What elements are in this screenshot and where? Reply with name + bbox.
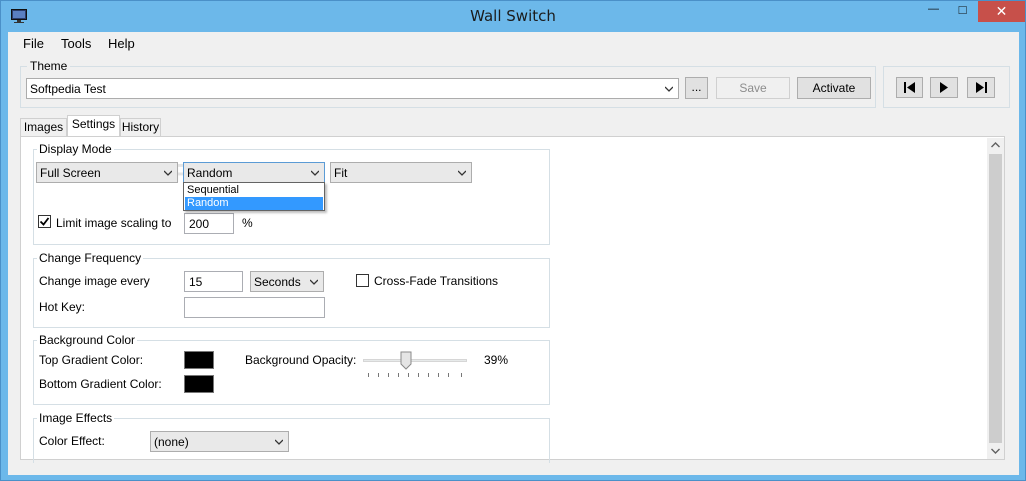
chevron-down-icon (311, 170, 319, 176)
display-mode-label: Display Mode (37, 142, 114, 156)
change-unit-value: Seconds (254, 275, 301, 289)
fit-select[interactable]: Fit (330, 162, 472, 183)
play-icon (940, 82, 948, 93)
theme-group-label: Theme (27, 59, 71, 73)
play-button[interactable] (930, 77, 958, 98)
tab-history[interactable]: History (120, 118, 161, 136)
top-gradient-swatch[interactable] (184, 351, 214, 369)
slider-ticks (368, 373, 462, 377)
limit-scaling-checkbox[interactable] (38, 215, 51, 228)
minimize-button[interactable]: — (920, 1, 947, 22)
hotkey-input[interactable] (184, 297, 325, 318)
scroll-thumb[interactable] (989, 154, 1002, 443)
limit-scaling-value: 200 (189, 217, 210, 231)
client-area: File Tools Help Theme Softpedia Test ...… (8, 32, 1019, 475)
next-icon (976, 82, 987, 93)
opacity-slider[interactable] (363, 349, 469, 383)
menu-bar: File Tools Help (8, 32, 1019, 54)
previous-icon (904, 82, 915, 93)
menu-tools[interactable]: Tools (61, 36, 91, 51)
order-dropdown-list: Sequential Random (183, 182, 325, 211)
close-button[interactable]: ✕ (978, 1, 1025, 22)
chevron-down-icon (458, 170, 466, 176)
fit-value: Fit (334, 166, 348, 180)
scroll-up-icon[interactable] (991, 142, 1000, 148)
change-every-value: 15 (189, 275, 203, 289)
image-effects-label: Image Effects (37, 411, 115, 425)
order-select[interactable]: Random (183, 162, 325, 183)
color-effect-select[interactable]: (none) (150, 431, 289, 452)
menu-file[interactable]: File (23, 36, 44, 51)
scroll-down-icon[interactable] (991, 448, 1000, 454)
opacity-label: Background Opacity: (245, 353, 357, 367)
change-every-label: Change image every (39, 274, 150, 288)
tab-strip: Images Settings History (20, 115, 220, 138)
order-option-random[interactable]: Random (185, 197, 323, 210)
change-frequency-label: Change Frequency (37, 251, 144, 265)
limit-scaling-label: Limit image scaling to (56, 216, 172, 230)
title-bar: Wall Switch — □ ✕ (1, 1, 1025, 32)
slider-thumb[interactable] (400, 351, 412, 371)
change-unit-select[interactable]: Seconds (250, 271, 324, 292)
slider-track (363, 359, 467, 362)
order-option-sequential[interactable]: Sequential (185, 184, 323, 197)
window-title: Wall Switch (470, 7, 556, 25)
color-effect-value: (none) (154, 435, 189, 449)
close-icon: ✕ (995, 3, 1008, 19)
app-window: Wall Switch — □ ✕ File Tools Help Theme … (0, 0, 1026, 481)
crossfade-label: Cross-Fade Transitions (374, 274, 499, 288)
change-every-input[interactable]: 15 (184, 271, 243, 292)
menu-help[interactable]: Help (108, 36, 135, 51)
activate-button[interactable]: Activate (797, 77, 871, 99)
settings-tab-page: SOFTPEDIA Display Mode Full Screen Rando… (20, 136, 1005, 463)
checkmark-icon (39, 217, 50, 226)
theme-select[interactable]: Softpedia Test (26, 78, 679, 99)
theme-selected-value: Softpedia Test (30, 82, 106, 96)
browse-button[interactable]: ... (685, 77, 708, 99)
maximize-button[interactable]: □ (949, 1, 976, 22)
chevron-down-icon (665, 86, 673, 92)
limit-scaling-input[interactable]: 200 (184, 213, 234, 234)
screen-mode-select[interactable]: Full Screen (36, 162, 178, 183)
maximize-icon: □ (958, 2, 967, 17)
percent-unit: % (242, 216, 253, 230)
order-value: Random (187, 166, 233, 180)
crossfade-checkbox[interactable] (356, 274, 369, 287)
bottom-gradient-swatch[interactable] (184, 375, 214, 393)
minimize-icon: — (928, 3, 939, 15)
tab-settings[interactable]: Settings (67, 115, 120, 136)
background-color-group (33, 340, 550, 405)
next-button[interactable] (967, 77, 995, 98)
hotkey-label: Hot Key: (39, 300, 86, 314)
top-gradient-label: Top Gradient Color: (39, 353, 144, 367)
save-button[interactable]: Save (716, 77, 790, 99)
color-effect-label: Color Effect: (39, 434, 105, 448)
previous-button[interactable] (896, 77, 923, 98)
background-color-label: Background Color (37, 333, 138, 347)
bottom-gradient-label: Bottom Gradient Color: (39, 377, 162, 391)
screen-mode-value: Full Screen (40, 166, 101, 180)
vertical-scrollbar[interactable] (987, 138, 1004, 459)
chevron-down-icon (164, 170, 172, 176)
tab-images[interactable]: Images (20, 118, 67, 136)
opacity-value: 39% (484, 353, 509, 367)
chevron-down-icon (275, 439, 283, 445)
chevron-down-icon (310, 279, 318, 285)
